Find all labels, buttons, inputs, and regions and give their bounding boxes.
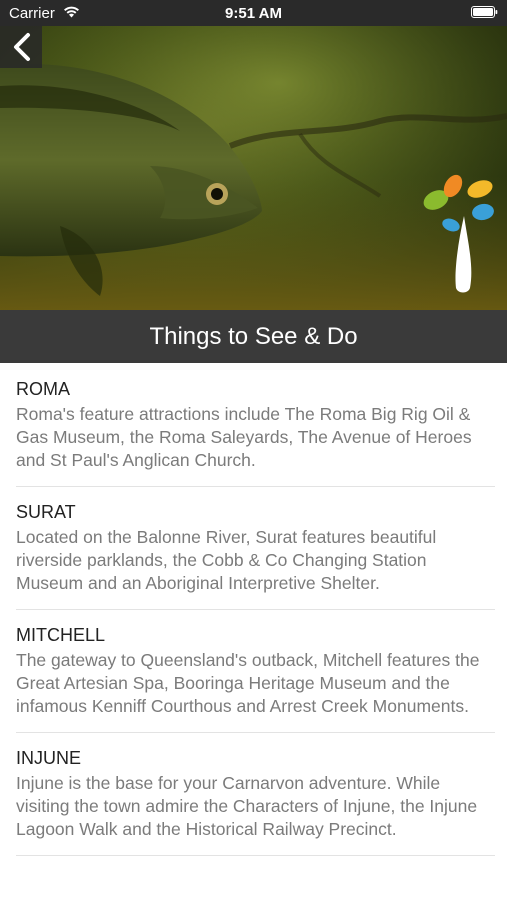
status-time: 9:51 AM [225, 5, 282, 22]
item-description: Located on the Balonne River, Surat feat… [16, 527, 437, 593]
list-item-mitchell[interactable]: MITCHELL The gateway to Queensland's out… [16, 610, 495, 733]
status-bar: Carrier 9:51 AM [0, 0, 507, 26]
list-item-roma[interactable]: ROMA Roma's feature attractions include … [16, 364, 495, 487]
list-item-injune[interactable]: INJUNE Injune is the base for your Carna… [16, 733, 495, 856]
item-description: Roma's feature attractions include The R… [16, 404, 472, 470]
battery-icon [471, 6, 498, 18]
item-description: The gateway to Queensland's outback, Mit… [16, 650, 480, 716]
item-title: SURAT [16, 502, 76, 522]
attractions-list: ROMA Roma's feature attractions include … [0, 364, 507, 856]
item-title: MITCHELL [16, 625, 106, 645]
item-title: ROMA [16, 379, 70, 399]
page-title-bar: Things to See & Do [0, 310, 507, 363]
back-button[interactable] [0, 26, 42, 68]
item-description: Injune is the base for your Carnarvon ad… [16, 773, 478, 839]
list-item-surat[interactable]: SURAT Located on the Balonne River, Sura… [16, 487, 495, 610]
tree-logo-icon [423, 174, 494, 293]
item-title: INJUNE [16, 748, 82, 768]
page-title: Things to See & Do [149, 322, 358, 350]
chevron-left-icon [14, 33, 30, 61]
